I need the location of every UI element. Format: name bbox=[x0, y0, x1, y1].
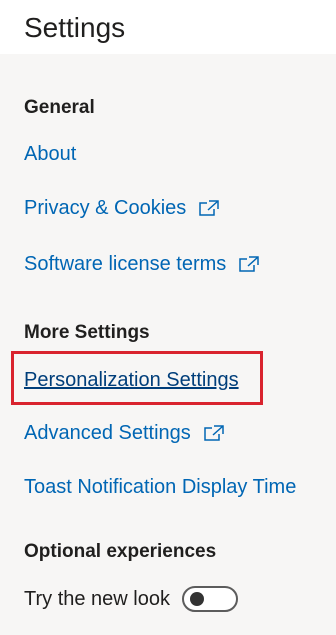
about-link-label: About bbox=[24, 143, 77, 165]
title-bar: Settings bbox=[0, 0, 336, 54]
about-link[interactable]: About bbox=[24, 141, 76, 167]
external-link-icon bbox=[198, 199, 220, 217]
new-look-toggle[interactable] bbox=[182, 586, 238, 612]
page-title: Settings bbox=[24, 12, 126, 43]
software-license-link-label: Software license terms bbox=[24, 253, 227, 275]
section-heading-more-settings: More Settings bbox=[24, 322, 150, 343]
software-license-link[interactable]: Software license terms bbox=[24, 251, 260, 277]
section-heading-general: General bbox=[24, 97, 95, 118]
toggle-knob bbox=[190, 592, 204, 606]
privacy-cookies-link-label: Privacy & Cookies bbox=[24, 197, 187, 219]
new-look-label: Try the new look bbox=[24, 588, 170, 610]
advanced-settings-link-label: Advanced Settings bbox=[24, 422, 191, 444]
section-heading-optional-experiences: Optional experiences bbox=[24, 541, 217, 562]
new-look-row: Try the new look bbox=[24, 586, 238, 612]
privacy-cookies-link[interactable]: Privacy & Cookies bbox=[24, 195, 220, 221]
advanced-settings-link[interactable]: Advanced Settings bbox=[24, 420, 225, 446]
toast-notification-link-label: Toast Notification Display Time bbox=[24, 476, 297, 498]
external-link-icon bbox=[203, 424, 225, 442]
toast-notification-link[interactable]: Toast Notification Display Time bbox=[24, 474, 296, 500]
external-link-icon bbox=[238, 255, 260, 273]
highlight-annotation-box bbox=[11, 351, 263, 405]
